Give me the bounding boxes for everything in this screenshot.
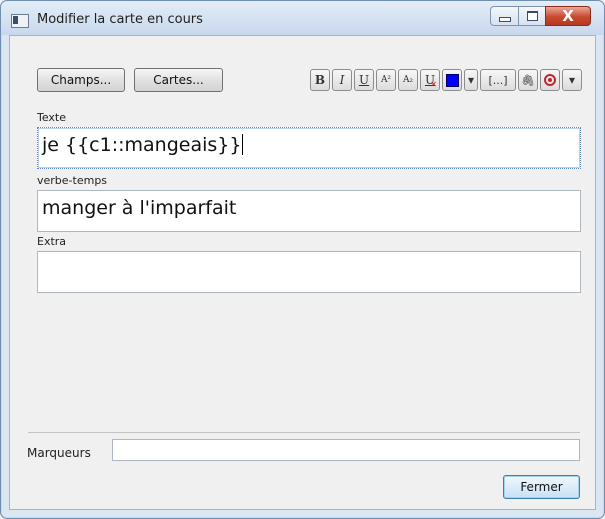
- tags-label: Marqueurs: [27, 446, 91, 460]
- color-swatch-icon: [445, 73, 459, 87]
- field-value-texte: je {{c1::mangeais}}: [42, 134, 242, 156]
- minimize-icon: [498, 16, 511, 22]
- field-input-verbe-temps[interactable]: manger à l'imparfait: [37, 190, 581, 232]
- paperclip-icon: 🖇: [521, 73, 535, 87]
- field-label-texte: Texte: [37, 111, 67, 124]
- underline-button[interactable]: U: [354, 69, 374, 91]
- dialog-body: Champs... Cartes... B I U A² A₂ U ✕ ▾ [.…: [9, 35, 596, 510]
- field-input-texte[interactable]: je {{c1::mangeais}}: [37, 127, 581, 169]
- cloze-button[interactable]: [...]: [480, 69, 516, 91]
- format-toolbar: B I U A² A₂ U ✕ ▾ [...] 🖇 ▾: [310, 69, 582, 91]
- more-options-button[interactable]: ▾: [562, 69, 582, 91]
- record-icon: [544, 74, 556, 86]
- field-label-verbe-temps: verbe-temps: [37, 174, 108, 187]
- clear-format-button[interactable]: U ✕: [420, 69, 440, 91]
- fields-button[interactable]: Champs...: [37, 68, 125, 92]
- red-x-icon: ✕: [430, 80, 437, 89]
- chevron-down-icon: ▾: [568, 73, 576, 87]
- subscript-icon: A₂: [402, 75, 414, 85]
- bold-button[interactable]: B: [310, 69, 330, 91]
- dialog-window: Modifier la carte en cours X Champs... C…: [0, 0, 605, 519]
- title-bar[interactable]: Modifier la carte en cours X: [1, 1, 604, 35]
- app-icon: [11, 14, 29, 28]
- attach-media-button[interactable]: 🖇: [518, 69, 538, 91]
- italic-button[interactable]: I: [332, 69, 352, 91]
- record-audio-button[interactable]: [540, 69, 560, 91]
- superscript-button[interactable]: A²: [376, 69, 396, 91]
- subscript-button[interactable]: A₂: [398, 69, 418, 91]
- close-icon: X: [562, 6, 574, 25]
- close-dialog-button[interactable]: Fermer: [503, 475, 580, 499]
- field-input-extra[interactable]: [37, 251, 581, 293]
- text-color-button[interactable]: [442, 69, 462, 91]
- bold-icon: B: [314, 73, 326, 87]
- maximize-icon: [526, 11, 538, 21]
- cards-button[interactable]: Cartes...: [134, 68, 223, 92]
- cloze-icon: [...]: [488, 73, 508, 87]
- superscript-icon: A²: [380, 75, 392, 85]
- divider: [28, 432, 580, 433]
- minimize-button[interactable]: [490, 6, 519, 26]
- italic-icon: I: [339, 73, 345, 87]
- underline-icon: U: [358, 73, 370, 87]
- close-window-button[interactable]: X: [545, 6, 591, 26]
- tags-input[interactable]: [112, 439, 580, 461]
- maximize-button[interactable]: [518, 6, 546, 26]
- color-dropdown-button[interactable]: ▾: [464, 69, 478, 91]
- window-title: Modifier la carte en cours: [37, 12, 203, 27]
- field-label-extra: Extra: [37, 235, 67, 248]
- chevron-down-icon: ▾: [467, 73, 475, 87]
- field-value-verbe-temps: manger à l'imparfait: [42, 197, 237, 219]
- text-caret: [242, 134, 244, 155]
